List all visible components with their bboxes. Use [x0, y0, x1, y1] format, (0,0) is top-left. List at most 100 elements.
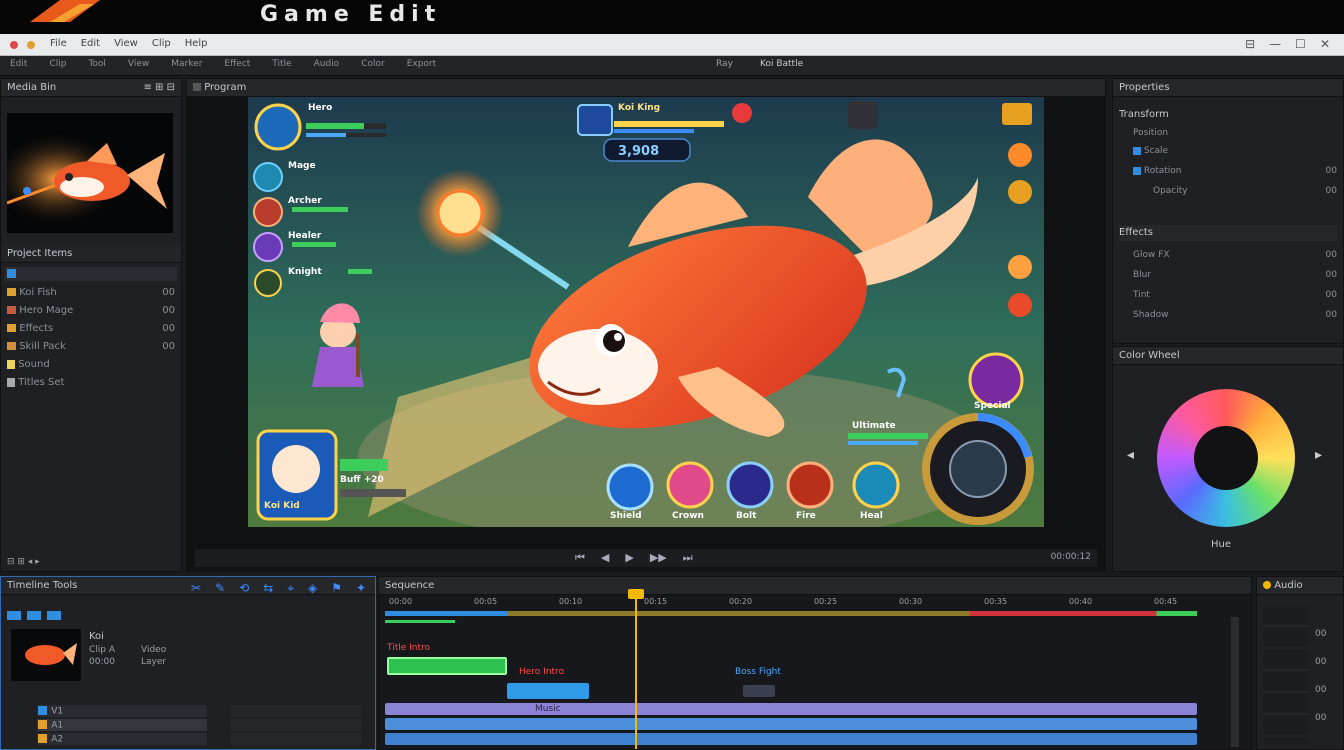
track-header[interactable]: A2: [37, 733, 207, 745]
diamond-icon[interactable]: ◈: [308, 581, 317, 596]
maximize-icon[interactable]: ☐: [1295, 37, 1306, 51]
skill-label[interactable]: Heal: [860, 511, 883, 521]
toolbar-export[interactable]: Export: [407, 59, 436, 69]
ruler-tick: 00:05: [474, 597, 498, 606]
toolbar-audio[interactable]: Audio: [314, 59, 340, 69]
properties-panel: Properties Transform Position Scale Rota…: [1112, 78, 1344, 344]
title-clip[interactable]: Title Intro: [387, 643, 437, 655]
toolbar-clip[interactable]: Clip: [49, 59, 66, 69]
media-panel-footer[interactable]: ⊟ ⊞ ◂ ▸: [7, 557, 40, 567]
game-frame[interactable]: Hero Koi King 3,908 Mage Archer Healer K…: [248, 97, 1044, 527]
step-forward-button[interactable]: ▶▶: [650, 551, 667, 565]
list-item[interactable]: Skill Pack 00: [7, 339, 175, 355]
close-dot-icon[interactable]: [10, 41, 18, 49]
green-clip[interactable]: [387, 657, 507, 675]
skill-label[interactable]: Fire: [796, 511, 816, 521]
clip-preview[interactable]: [11, 629, 81, 681]
toolbar-marker[interactable]: Marker: [171, 59, 202, 69]
toolbar-title[interactable]: Title: [272, 59, 291, 69]
group-title[interactable]: Transform: [1119, 107, 1337, 123]
step-back-button[interactable]: ◀: [601, 551, 609, 565]
meter-value: 00: [1315, 713, 1327, 723]
prop-row[interactable]: Shadow 00: [1133, 307, 1337, 323]
app-title: Game Edit: [260, 2, 442, 27]
timeline-scrollbar[interactable]: [1231, 617, 1239, 747]
undo-icon[interactable]: ⟲: [239, 581, 249, 596]
pen-icon[interactable]: ✎: [215, 581, 225, 596]
folder-icon: [7, 306, 16, 314]
menu-view[interactable]: View: [114, 38, 138, 49]
track-header[interactable]: V1: [37, 705, 207, 717]
main-toolbar: Edit Clip Tool View Marker Effect Title …: [0, 56, 1344, 76]
star-icon[interactable]: ✦: [356, 581, 366, 596]
menu-help[interactable]: Help: [185, 38, 208, 49]
color-wheel[interactable]: [1157, 389, 1295, 527]
wheel-right-arrow[interactable]: ▸: [1315, 447, 1322, 463]
menu-file[interactable]: File: [50, 38, 67, 49]
wheel-left-arrow[interactable]: ◂: [1127, 447, 1134, 463]
clip-meta: 00:00: [89, 657, 115, 667]
menu-edit[interactable]: Edit: [81, 38, 100, 49]
clip-meta: Clip A: [89, 645, 116, 655]
skip-start-button[interactable]: ⏮: [575, 551, 585, 565]
prop-row[interactable]: Scale: [1133, 143, 1337, 159]
target-icon[interactable]: ⌖: [287, 581, 294, 596]
menu-bar: File Edit View Clip Help ⊟ — ☐ ✕: [0, 34, 1344, 56]
prop-row[interactable]: Position: [1133, 125, 1337, 141]
media-thumbnail[interactable]: [7, 113, 173, 233]
playhead[interactable]: [635, 593, 637, 749]
properties-header: Properties: [1113, 79, 1343, 97]
toolbar-view[interactable]: View: [128, 59, 149, 69]
audio-track-clip[interactable]: [385, 718, 1197, 730]
ally-label: Healer: [288, 231, 322, 241]
skill-label[interactable]: Crown: [672, 511, 704, 521]
blue-clip[interactable]: [507, 683, 589, 699]
timeline-header: Sequence: [379, 577, 1251, 595]
player-name: Hero: [308, 103, 333, 113]
progress-strip: [385, 611, 1197, 616]
folder-icon: [7, 342, 16, 350]
cut-icon[interactable]: ✂: [191, 581, 201, 596]
minimize-dot-icon[interactable]: [27, 41, 36, 49]
toolbar-edit[interactable]: Edit: [10, 59, 27, 69]
project-label[interactable]: Koi Battle: [760, 59, 803, 69]
play-button[interactable]: ▶: [625, 551, 633, 565]
toolbar-color[interactable]: Color: [361, 59, 385, 69]
window-controls: ⊟ — ☐ ✕: [1245, 37, 1330, 51]
list-item[interactable]: Effects 00: [7, 321, 175, 337]
buff-label: Buff +20: [340, 475, 384, 485]
list-item[interactable]: Hero Mage 00: [7, 303, 175, 319]
video-track-clip[interactable]: Music: [385, 703, 1197, 715]
restore-icon[interactable]: ⊟: [1245, 37, 1255, 51]
swap-icon[interactable]: ⇆: [263, 581, 273, 596]
skip-end-button[interactable]: ⏭: [683, 551, 693, 565]
skill-label[interactable]: Shield: [610, 511, 642, 521]
list-item[interactable]: Sound: [7, 357, 175, 373]
meter-value: 00: [1315, 685, 1327, 695]
toolbar-tool[interactable]: Tool: [88, 59, 105, 69]
clip-meta: Layer: [141, 657, 167, 667]
close-icon[interactable]: ✕: [1320, 37, 1330, 51]
prop-row[interactable]: Blur 00: [1133, 267, 1337, 283]
skill-label[interactable]: Bolt: [736, 511, 756, 521]
menu-clip[interactable]: Clip: [152, 38, 171, 49]
track-header[interactable]: A1: [37, 719, 207, 731]
folder-icon: [7, 288, 16, 296]
playhead-handle[interactable]: [628, 589, 644, 599]
group-title[interactable]: Effects: [1119, 225, 1337, 241]
minimize-icon[interactable]: —: [1269, 37, 1281, 51]
audio-track-clip[interactable]: [385, 733, 1197, 745]
list-item[interactable]: Koi Fish 00: [7, 285, 175, 301]
prop-row[interactable]: Opacity 00: [1153, 183, 1337, 199]
prop-row[interactable]: Glow FX 00: [1133, 247, 1337, 263]
list-selected-bar[interactable]: [5, 267, 177, 281]
viewer-controls: ⏮ ◀ ▶ ▶▶ ⏭ 00:00:12: [195, 549, 1097, 567]
label-chip[interactable]: [743, 685, 775, 697]
prop-row[interactable]: Rotation 00: [1133, 163, 1337, 179]
list-item[interactable]: Titles Set: [7, 375, 175, 391]
window-dots: [10, 40, 36, 50]
toolbar-effect[interactable]: Effect: [224, 59, 250, 69]
flag-icon[interactable]: ⚑: [331, 581, 342, 596]
portrait-label: Koi Kid: [264, 501, 300, 511]
prop-row[interactable]: Tint 00: [1133, 287, 1337, 303]
